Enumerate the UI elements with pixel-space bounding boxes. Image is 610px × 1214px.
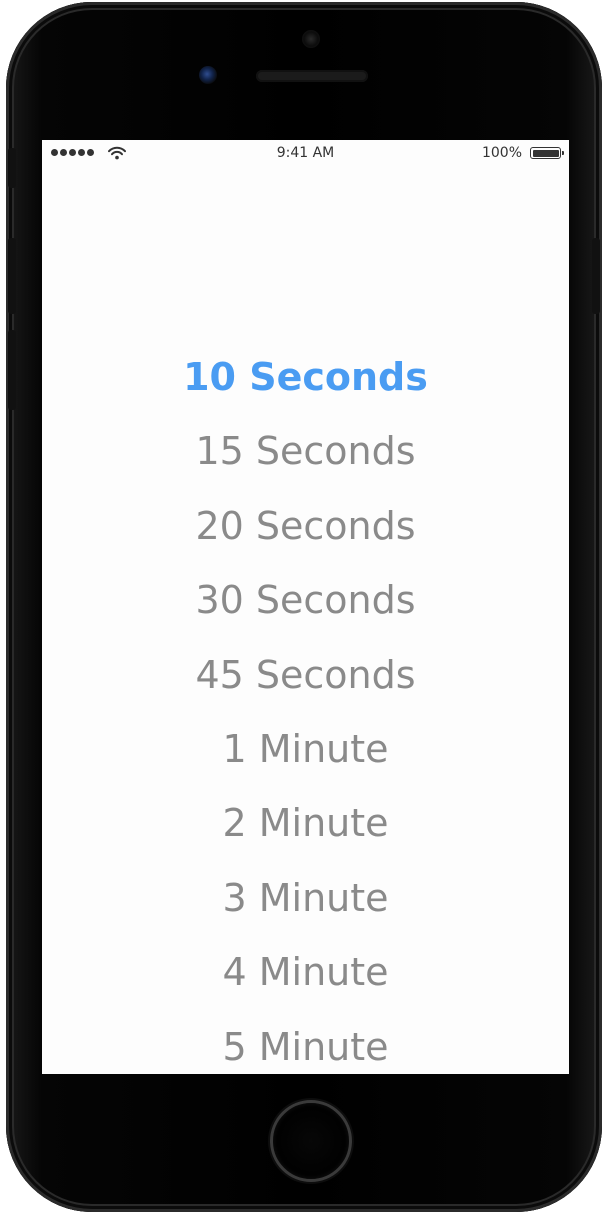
duration-option[interactable]: 20 Seconds <box>42 489 569 563</box>
duration-option[interactable]: 4 Minute <box>42 935 569 1009</box>
duration-option[interactable]: 1 Minute <box>42 712 569 786</box>
duration-option[interactable]: 45 Seconds <box>42 638 569 712</box>
phone-screen: 9:41 AM 100% 10 Seconds 15 Seconds 20 Seco… <box>42 140 569 1074</box>
home-button[interactable] <box>270 1100 352 1182</box>
mute-switch <box>8 148 16 188</box>
volume-down-button <box>8 330 16 410</box>
battery-percentage: 100% <box>481 145 522 161</box>
duration-option[interactable]: 15 Seconds <box>42 414 569 488</box>
battery-icon <box>530 147 564 159</box>
power-button <box>592 238 600 314</box>
duration-options-list: 10 Seconds 15 Seconds 20 Seconds 30 Seconds… <box>42 340 569 1074</box>
duration-option[interactable]: 3 Minute <box>42 861 569 935</box>
duration-option-selected[interactable]: 10 Seconds <box>42 340 569 414</box>
proximity-sensor-icon <box>199 66 217 84</box>
status-bar: 9:41 AM 100% <box>42 140 569 168</box>
earpiece-speaker <box>256 70 368 82</box>
duration-option[interactable]: 2 Minute <box>42 786 569 860</box>
volume-up-button <box>8 238 16 314</box>
duration-option[interactable]: 30 Seconds <box>42 563 569 637</box>
front-camera-icon <box>302 30 320 48</box>
duration-option[interactable]: 5 Minute <box>42 1010 569 1074</box>
